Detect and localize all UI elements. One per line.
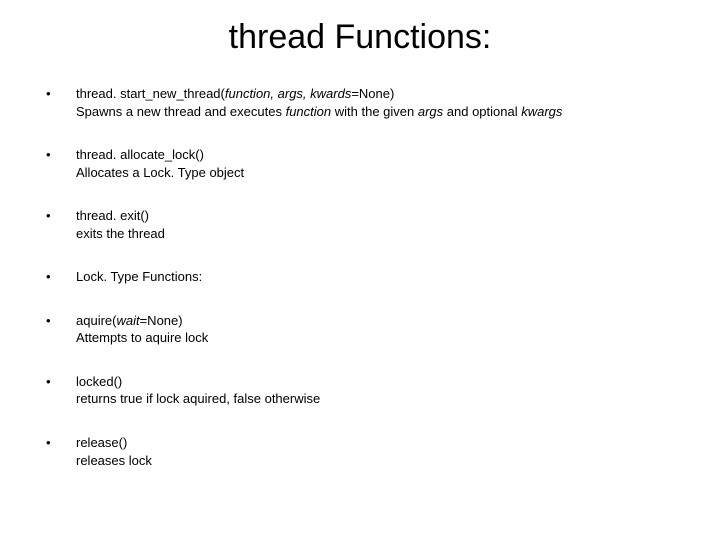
desc-pre: releases lock xyxy=(76,453,152,468)
desc-mid: with the given xyxy=(331,104,418,119)
sig-pre: thread. exit() xyxy=(76,208,149,223)
item-description: releases lock xyxy=(76,452,680,470)
sig-post: =None) xyxy=(351,86,394,101)
item-signature: thread. start_new_thread(function, args,… xyxy=(76,85,680,103)
sig-pre: release() xyxy=(76,435,127,450)
item-description: exits the thread xyxy=(76,225,680,243)
item-description: Spawns a new thread and executes functio… xyxy=(76,103,680,121)
desc-pre: Spawns a new thread and executes xyxy=(76,104,286,119)
list-item: thread. allocate_lock() Allocates a Lock… xyxy=(40,146,680,181)
sig-args: wait xyxy=(116,313,139,328)
desc-it2: args xyxy=(418,104,443,119)
item-description: Allocates a Lock. Type object xyxy=(76,164,680,182)
item-signature: thread. exit() xyxy=(76,207,680,225)
list-item: Lock. Type Functions: xyxy=(40,268,680,286)
desc-mid2: and optional xyxy=(443,104,521,119)
item-signature: locked() xyxy=(76,373,680,391)
sig-post: =None) xyxy=(140,313,183,328)
sig-pre: thread. start_new_thread( xyxy=(76,86,225,101)
list-item: thread. exit() exits the thread xyxy=(40,207,680,242)
item-signature: aquire(wait=None) xyxy=(76,312,680,330)
sig-pre: locked() xyxy=(76,374,122,389)
sig-pre: Lock. Type Functions: xyxy=(76,269,202,284)
desc-it3: kwargs xyxy=(521,104,562,119)
desc-pre: Attempts to aquire lock xyxy=(76,330,208,345)
desc-pre: exits the thread xyxy=(76,226,165,241)
sig-args: function, args, kwards xyxy=(225,86,351,101)
item-signature: release() xyxy=(76,434,680,452)
item-signature: thread. allocate_lock() xyxy=(76,146,680,164)
list-item: locked() returns true if lock aquired, f… xyxy=(40,373,680,408)
item-description: Attempts to aquire lock xyxy=(76,329,680,347)
desc-pre: Allocates a Lock. Type object xyxy=(76,165,244,180)
slide: thread Functions: thread. start_new_thre… xyxy=(0,0,720,540)
item-description: returns true if lock aquired, false othe… xyxy=(76,390,680,408)
list-item: aquire(wait=None) Attempts to aquire loc… xyxy=(40,312,680,347)
sig-pre: aquire( xyxy=(76,313,116,328)
sig-pre: thread. allocate_lock() xyxy=(76,147,204,162)
list-item: release() releases lock xyxy=(40,434,680,469)
list-item: thread. start_new_thread(function, args,… xyxy=(40,85,680,120)
item-signature: Lock. Type Functions: xyxy=(76,268,680,286)
slide-title: thread Functions: xyxy=(40,18,680,57)
desc-pre: returns true if lock aquired, false othe… xyxy=(76,391,320,406)
desc-it1: function xyxy=(286,104,332,119)
bullet-list: thread. start_new_thread(function, args,… xyxy=(40,85,680,469)
